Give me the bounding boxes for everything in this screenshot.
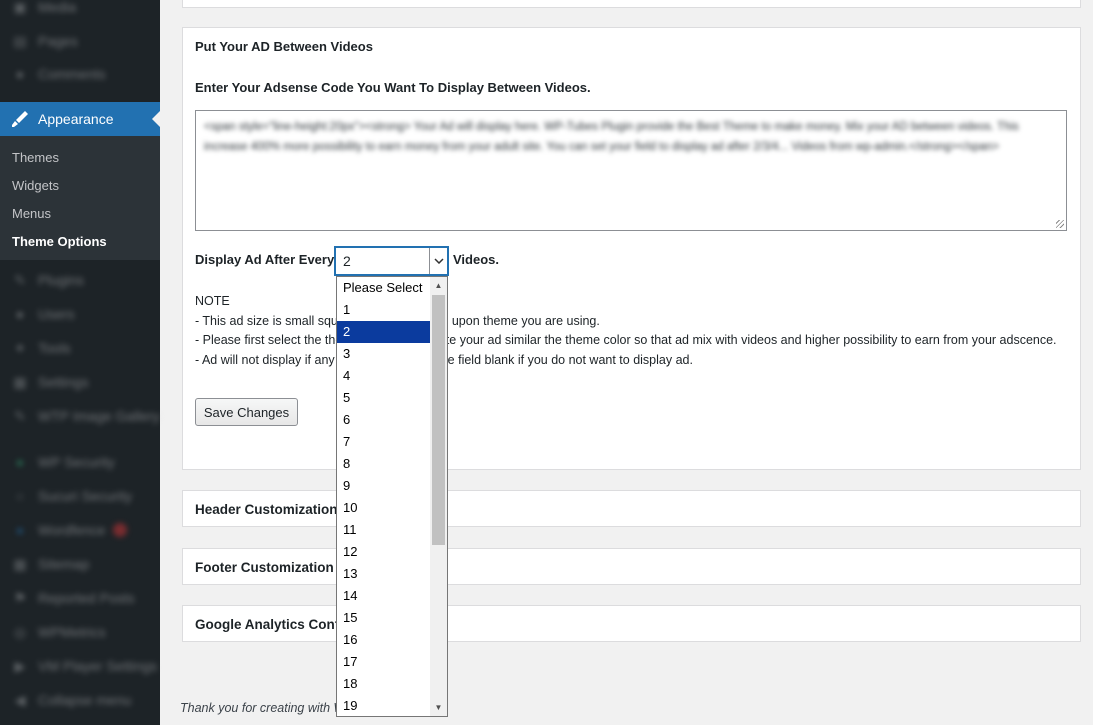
panel-title: Google Analytics Configuration [195,617,398,632]
sidebar-item-wordfence[interactable]: ● Wordfence [0,513,160,547]
settings-icon: ▦ [13,373,27,390]
sidebar-item-media[interactable]: ▣ Media [0,0,160,24]
sidebar-item-plugins[interactable]: ✎ Plugins [0,263,160,297]
dropdown-option[interactable]: Please Select [337,277,431,299]
comments-icon: ● [15,66,25,82]
sitemap-icon: ▦ [13,555,27,572]
dropdown-option[interactable]: 18 [337,673,431,695]
resize-grip-icon[interactable] [1056,220,1064,228]
sidebar-item-users[interactable]: ● Users [0,297,160,331]
note-block: NOTE - This ad size is small square. Ad … [195,292,1057,371]
appearance-submenu: Themes Widgets Menus Theme Options [0,136,160,260]
plugins-icon: ✎ [14,271,26,288]
dropdown-option[interactable]: 17 [337,651,431,673]
dropdown-option[interactable]: 11 [337,519,431,541]
sidebar-item-sucuri[interactable]: ○ Sucuri Security [0,479,160,513]
header-customization-panel[interactable]: Header Customization [182,490,1081,527]
submenu-widgets[interactable]: Widgets [12,178,59,193]
option-list: Please Select 1 2 3 4 5 6 7 8 9 10 11 12 13 14 15 16 17 18… [337,277,431,716]
section-subtitle: Enter Your Adsense Code You Want To Disp… [195,80,591,95]
dropdown-option[interactable]: 7 [337,431,431,453]
display-ad-select[interactable]: 2 [335,247,448,275]
submenu-theme-options[interactable]: Theme Options [12,234,107,249]
brush-icon [10,109,30,129]
dropdown-scrollbar[interactable]: ▲ ▼ [430,277,447,716]
select-dropdown-list[interactable]: Please Select 1 2 3 4 5 6 7 8 9 10 11 12 13 14 15 16 17 18… [336,276,448,717]
note-title: NOTE [195,294,230,308]
note-line: - Ad will not display if any field empty… [195,353,693,368]
flag-icon: ⚑ [13,589,27,606]
dropdown-option[interactable]: 8 [337,453,431,475]
media-icon: ▣ [13,0,27,15]
section-title: Put Your AD Between Videos [195,39,373,54]
sidebar-item-comments[interactable]: ● Comments [0,57,160,91]
sidebar-item-player[interactable]: ▶ VM Player Settings [0,649,160,683]
sidebar-item-gallery[interactable]: ✎ WTP Image Gallery [0,399,160,433]
sidebar-item-collapse[interactable]: ◀ Collapse menu [0,683,160,717]
sidebar-item-wp-security[interactable]: ● WP Security [0,445,160,479]
dropdown-option[interactable]: 5 [337,387,431,409]
users-icon: ● [15,306,25,322]
notification-badge-icon [113,523,128,537]
security-icon: ● [15,454,25,470]
submenu-themes[interactable]: Themes [12,150,59,165]
metrics-icon: ◎ [13,623,27,640]
player-icon: ▶ [14,657,26,674]
dropdown-option[interactable]: 19 [337,695,431,716]
dropdown-option[interactable]: 14 [337,585,431,607]
panel-title: Footer Customization [195,560,334,575]
pages-icon: ▤ [13,32,27,49]
panel-title: Header Customization [195,502,338,517]
note-line: - Please first select the theme color th… [195,333,1057,348]
dropdown-option[interactable]: 10 [337,497,431,519]
dropdown-option[interactable]: 13 [337,563,431,585]
google-analytics-panel[interactable]: Google Analytics Configuration [182,605,1081,642]
sidebar-item-metrics[interactable]: ◎ WPMetrics [0,615,160,649]
videos-label: Videos. [453,252,500,267]
dropdown-option[interactable]: 3 [337,343,431,365]
dropdown-option[interactable]: 9 [337,475,431,497]
admin-sidebar: ▣ Media ▤ Pages ● Comments Appearance Th… [0,0,160,725]
adsense-code-textarea[interactable]: <span style="line-height:20px"><strong> … [195,110,1067,231]
scrollbar-thumb[interactable] [432,295,445,545]
adsense-code-value: <span style="line-height:20px"><strong> … [204,121,1019,153]
display-ad-label: Display Ad After Every [195,252,335,267]
dropdown-option[interactable]: 1 [337,299,431,321]
sidebar-item-reported[interactable]: ⚑ Reported Posts [0,581,160,615]
chevron-down-icon[interactable] [429,248,447,274]
select-value: 2 [343,253,351,269]
dropdown-option[interactable]: 6 [337,409,431,431]
scroll-down-icon[interactable]: ▼ [430,699,447,716]
gallery-icon: ✎ [14,407,26,424]
dropdown-option[interactable]: 12 [337,541,431,563]
save-changes-button[interactable]: Save Changes [195,398,298,426]
collapse-icon: ◀ [14,691,26,708]
shield-icon: ○ [15,488,25,504]
sidebar-item-sitemap[interactable]: ▦ Sitemap [0,547,160,581]
note-line: - This ad size is small square. Ad size … [195,313,600,328]
sidebar-item-appearance[interactable]: Appearance [0,102,160,136]
scroll-up-icon[interactable]: ▲ [430,277,447,294]
sidebar-item-tools[interactable]: ✦ Tools [0,331,160,365]
dropdown-option[interactable]: 15 [337,607,431,629]
dropdown-option[interactable]: 2 [337,321,431,343]
wordfence-icon: ● [15,522,25,538]
dropdown-option[interactable]: 16 [337,629,431,651]
previous-panel [182,0,1081,8]
tools-icon: ✦ [14,339,26,356]
dropdown-option[interactable]: 4 [337,365,431,387]
sidebar-item-pages[interactable]: ▤ Pages [0,24,160,58]
submenu-menus[interactable]: Menus [12,206,51,221]
footer-customization-panel[interactable]: Footer Customization [182,548,1081,585]
sidebar-item-settings[interactable]: ▦ Settings [0,365,160,399]
